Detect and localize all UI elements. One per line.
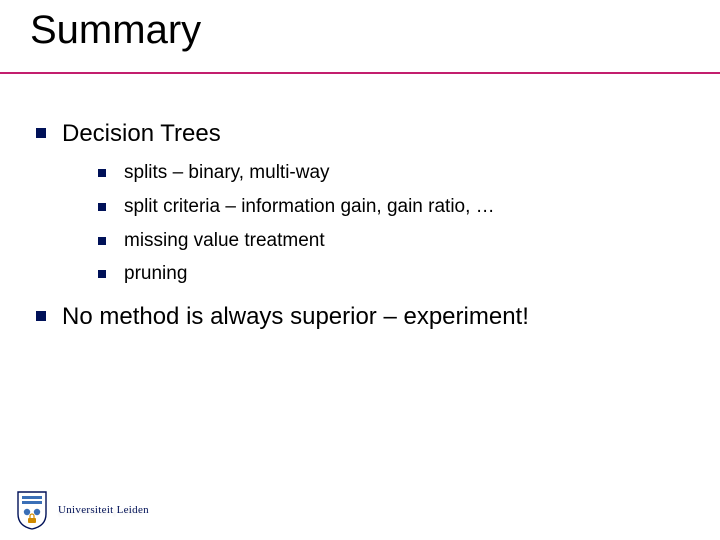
sub-bullet-criteria: split criteria – information gain, gain … [98,195,690,220]
university-name: Universiteit Leiden [58,504,149,516]
accent-line [0,72,720,74]
square-bullet-icon [36,311,46,321]
sub-bullet-text: missing value treatment [124,229,325,254]
sub-bullet-text: pruning [124,262,187,287]
sub-bullet-text: splits – binary, multi-way [124,161,330,186]
bullet-text: No method is always superior – experimen… [62,301,529,332]
bullet-text: Decision Trees [62,118,221,149]
footer: Universiteit Leiden Universiteit Leiden [16,490,149,530]
university-shield-icon [16,490,48,530]
sub-bullet-splits: splits – binary, multi-way [98,161,690,186]
content-area: Decision Trees splits – binary, multi-wa… [36,118,690,344]
slide-title: Summary [30,8,201,53]
square-bullet-icon [98,270,106,278]
sub-bullet-pruning: pruning [98,262,690,287]
sub-bullet-group: splits – binary, multi-way split criteri… [98,161,690,287]
bullet-decision-trees: Decision Trees [36,118,690,149]
bullet-no-method: No method is always superior – experimen… [36,301,690,332]
square-bullet-icon [98,237,106,245]
slide: Summary Decision Trees splits – binary, … [0,0,720,540]
sub-bullet-missing: missing value treatment [98,229,690,254]
sub-bullet-text: split criteria – information gain, gain … [124,195,495,220]
square-bullet-icon [98,203,106,211]
square-bullet-icon [36,128,46,138]
square-bullet-icon [98,169,106,177]
